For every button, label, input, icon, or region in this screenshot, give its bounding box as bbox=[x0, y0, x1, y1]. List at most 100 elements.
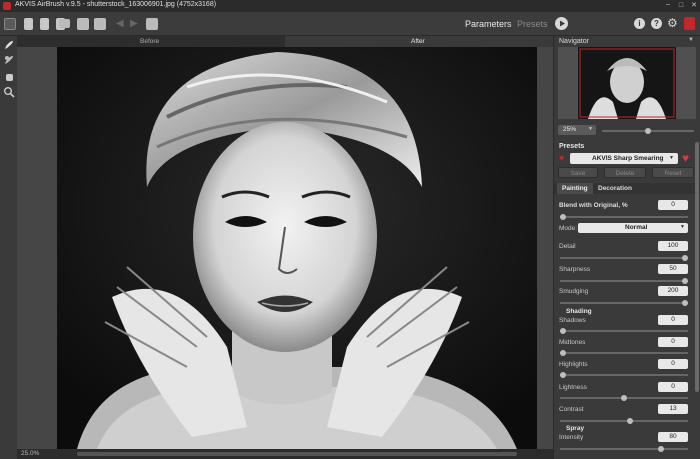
preset-select[interactable]: AKVIS Sharp Smearing ▼ bbox=[570, 153, 678, 164]
zoom-icon[interactable] bbox=[3, 86, 15, 98]
batch-icon[interactable] bbox=[77, 18, 89, 30]
save-file-icon[interactable] bbox=[40, 18, 49, 30]
blend-knob[interactable] bbox=[560, 214, 566, 220]
sharpness-label: Sharpness bbox=[559, 266, 591, 273]
intensity-slider[interactable] bbox=[560, 446, 688, 452]
open-file-icon[interactable] bbox=[24, 18, 33, 30]
info-icon[interactable]: i bbox=[634, 18, 645, 29]
chevron-down-icon: ▼ bbox=[680, 224, 685, 230]
panel-tabs: Painting Decoration bbox=[554, 183, 700, 194]
lightness-slider[interactable] bbox=[560, 395, 688, 401]
highlights-slider[interactable] bbox=[560, 372, 688, 378]
panel-scrollbar[interactable] bbox=[695, 142, 699, 392]
blend-value[interactable]: 0 bbox=[658, 200, 688, 210]
blend-label: Blend with Original, % bbox=[559, 202, 628, 209]
help-icon[interactable]: ? bbox=[651, 18, 662, 29]
share-icon[interactable] bbox=[94, 18, 106, 30]
redo-icon[interactable]: ▶ bbox=[130, 18, 138, 29]
favorite-heart-icon[interactable]: ♥ bbox=[559, 153, 564, 163]
shadows-knob[interactable] bbox=[560, 328, 566, 334]
midtones-knob[interactable] bbox=[560, 350, 566, 356]
sharpness-knob[interactable] bbox=[682, 278, 688, 284]
title-bar: AKVIS AirBrush v.9.5 - shutterstock_1630… bbox=[0, 0, 700, 12]
navigator-zoom-slider[interactable] bbox=[602, 128, 694, 134]
preview-icon[interactable] bbox=[146, 18, 158, 30]
navigator-zoom-knob[interactable] bbox=[645, 128, 651, 134]
horizontal-scrollbar[interactable] bbox=[77, 452, 517, 456]
before-tab[interactable]: Before bbox=[140, 38, 159, 45]
artwork-image bbox=[17, 47, 553, 449]
smudging-knob[interactable] bbox=[682, 300, 688, 306]
run-button[interactable] bbox=[555, 17, 568, 30]
midtones-slider[interactable] bbox=[560, 350, 688, 356]
save-preset-button[interactable]: Save bbox=[558, 167, 598, 178]
add-preset-heart-icon[interactable]: ♥ bbox=[682, 151, 689, 165]
lightness-knob[interactable] bbox=[621, 395, 627, 401]
presets-title: Presets bbox=[559, 143, 585, 150]
chevron-down-icon: ▼ bbox=[669, 155, 674, 161]
detail-label: Detail bbox=[559, 243, 576, 250]
print-icon[interactable] bbox=[59, 19, 70, 28]
contrast-value[interactable]: 13 bbox=[658, 404, 688, 414]
navigator-thumbnail bbox=[578, 47, 676, 119]
smudging-slider[interactable] bbox=[560, 300, 688, 306]
intensity-label: Intensity bbox=[559, 434, 584, 441]
reset-preset-button[interactable]: Reset bbox=[652, 167, 694, 178]
undo-icon[interactable]: ◀ bbox=[116, 18, 124, 29]
shadows-value[interactable]: 0 bbox=[658, 315, 688, 325]
close-button[interactable]: ✕ bbox=[688, 0, 700, 12]
play-icon bbox=[560, 20, 565, 27]
image-canvas[interactable] bbox=[17, 47, 553, 449]
navigator-zoom-select[interactable]: 25% ▼ bbox=[558, 125, 596, 135]
intensity-value[interactable]: 80 bbox=[658, 432, 688, 442]
lightness-value[interactable]: 0 bbox=[658, 382, 688, 392]
sharpness-value[interactable]: 50 bbox=[658, 264, 688, 274]
eraser-brush-icon[interactable] bbox=[3, 54, 15, 66]
hand-icon[interactable] bbox=[3, 71, 15, 83]
brush-icon[interactable] bbox=[3, 39, 15, 51]
app-logo-icon bbox=[3, 2, 11, 10]
detail-slider[interactable] bbox=[560, 255, 688, 261]
sharpness-slider[interactable] bbox=[560, 278, 688, 284]
chevron-down-icon: ▼ bbox=[588, 126, 593, 132]
contrast-slider[interactable] bbox=[560, 418, 688, 424]
delete-preset-button[interactable]: Delete bbox=[604, 167, 646, 178]
notifications-icon[interactable] bbox=[684, 17, 695, 30]
after-tab[interactable]: After bbox=[411, 38, 425, 45]
detail-knob[interactable] bbox=[682, 255, 688, 261]
toolbar: ◀ ▶ Parameters Presets i ? ⚙ bbox=[0, 12, 700, 36]
presets-tab[interactable]: Presets bbox=[517, 19, 548, 29]
navigator-zoom-value: 25% bbox=[563, 126, 577, 133]
mode-select[interactable]: Normal ▼ bbox=[578, 223, 688, 233]
tab-decoration[interactable]: Decoration bbox=[598, 185, 632, 192]
preset-selected: AKVIS Sharp Smearing bbox=[592, 155, 664, 162]
spray-title: Spray bbox=[566, 425, 585, 432]
intensity-knob[interactable] bbox=[657, 446, 664, 452]
status-bar: 25.0% bbox=[17, 449, 553, 459]
view-tabs: Before After bbox=[17, 36, 553, 47]
detail-value[interactable]: 100 bbox=[658, 241, 688, 251]
collapse-icon[interactable]: ▼ bbox=[688, 37, 694, 43]
window-title: AKVIS AirBrush v.9.5 - shutterstock_1630… bbox=[15, 1, 217, 8]
gear-icon[interactable]: ⚙ bbox=[667, 16, 678, 30]
lightness-label: Lightness bbox=[559, 384, 587, 391]
midtones-label: Midtones bbox=[559, 339, 586, 346]
maximize-button[interactable]: □ bbox=[675, 0, 687, 12]
smudging-value[interactable]: 200 bbox=[658, 286, 688, 296]
minimize-button[interactable]: – bbox=[662, 0, 674, 12]
parameters-tab[interactable]: Parameters bbox=[465, 19, 512, 29]
contrast-knob[interactable] bbox=[627, 418, 634, 424]
tab-painting-label: Painting bbox=[562, 185, 588, 192]
highlights-knob[interactable] bbox=[560, 372, 566, 378]
right-panel: Navigator ▼ 25% ▼ Presets ♥ AKVIS Sharp … bbox=[553, 36, 700, 459]
highlights-value[interactable]: 0 bbox=[658, 359, 688, 369]
shadows-label: Shadows bbox=[559, 317, 586, 324]
home-icon[interactable] bbox=[4, 18, 16, 30]
shadows-slider[interactable] bbox=[560, 328, 688, 334]
midtones-value[interactable]: 0 bbox=[658, 337, 688, 347]
navigator-preview[interactable] bbox=[558, 47, 696, 119]
navigator-title: Navigator bbox=[559, 38, 589, 45]
mode-label: Mode: bbox=[559, 225, 578, 232]
contrast-label: Contrast bbox=[559, 406, 584, 413]
blend-slider[interactable] bbox=[560, 214, 688, 220]
